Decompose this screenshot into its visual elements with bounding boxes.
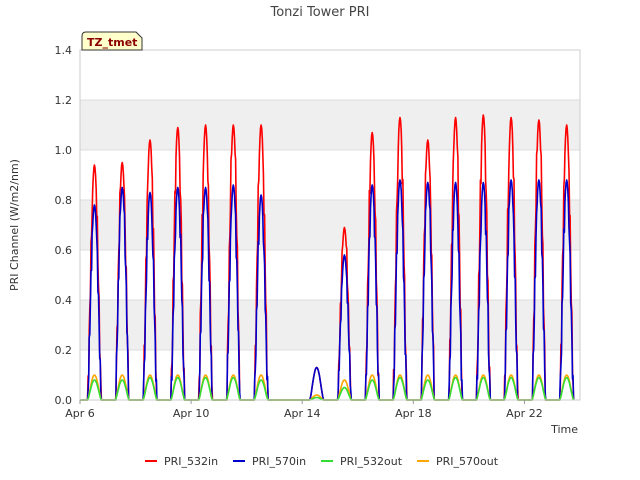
- legend-label: PRI_532in: [164, 455, 218, 468]
- legend: PRI_532in PRI_570in PRI_532out PRI_570out: [145, 455, 499, 468]
- x-tick-labels: Apr 6 Apr 10 Apr 14 Apr 18 Apr 22: [65, 400, 543, 420]
- background-band: [80, 100, 580, 150]
- y-tick-label: 0.2: [55, 344, 73, 357]
- legend-label: PRI_570in: [252, 455, 306, 468]
- x-tick-label: Apr 6: [65, 407, 95, 420]
- y-tick-label: 0.8: [55, 194, 73, 207]
- series-lines: [80, 114, 575, 401]
- chart-title: Tonzi Tower PRI: [270, 5, 370, 20]
- background-band: [80, 200, 580, 250]
- y-axis-title: PRI Channel (W/m2/nm): [8, 159, 21, 291]
- series-line-PRI_532in: [80, 114, 575, 401]
- station-badge: TZ_tmet: [81, 31, 143, 51]
- station-badge-label: TZ_tmet: [87, 36, 137, 49]
- x-tick-label: Apr 10: [173, 407, 210, 420]
- x-tick-label: Apr 18: [395, 407, 432, 420]
- y-tick-label: 1.4: [55, 44, 73, 57]
- x-axis-title: Time: [550, 423, 578, 436]
- y-tick-label: 0.4: [55, 294, 73, 307]
- chart: 0.00.20.40.60.81.01.21.4 Apr 6 Apr 10 Apr …: [8, 5, 581, 468]
- legend-label: PRI_570out: [436, 455, 499, 468]
- y-tick-label: 1.0: [55, 144, 73, 157]
- y-tick-label: 0.0: [55, 394, 73, 407]
- y-tick-label: 0.6: [55, 244, 73, 257]
- legend-label: PRI_532out: [340, 455, 403, 468]
- series-line-PRI_532out: [80, 376, 575, 401]
- x-tick-label: Apr 14: [284, 407, 321, 420]
- y-tick-labels: 0.0 0.2 0.4 0.6 0.8 1.0 1.2 1.4: [55, 44, 73, 407]
- x-tick-label: Apr 22: [506, 407, 543, 420]
- y-tick-label: 1.2: [55, 94, 73, 107]
